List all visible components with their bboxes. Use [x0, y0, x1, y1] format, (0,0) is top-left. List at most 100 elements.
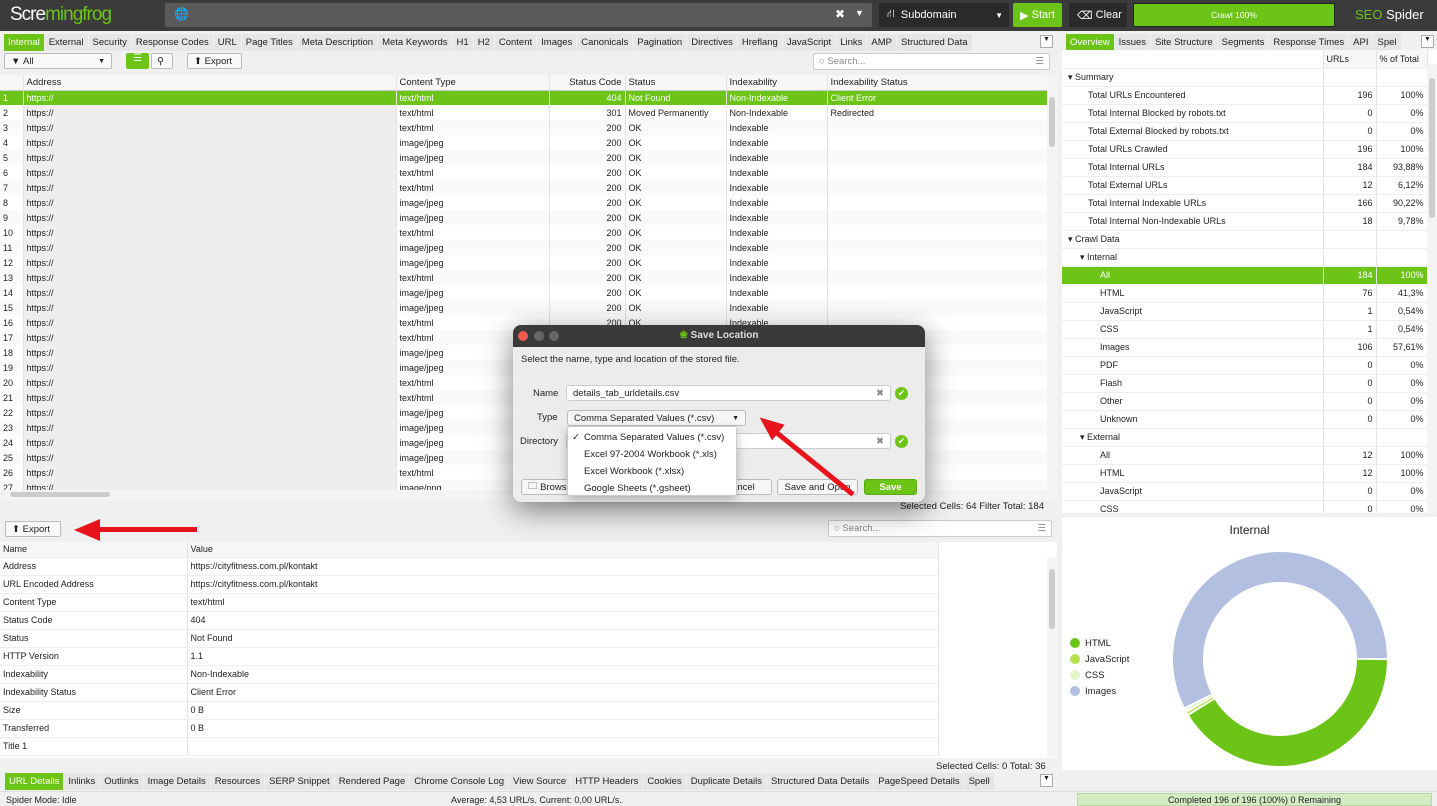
table-row[interactable]: 4 https://image/jpeg 200 OK Indexable: [0, 135, 1048, 150]
overview-row[interactable]: PDF 0 0%: [1062, 356, 1428, 375]
col-header-content-type[interactable]: Content Type: [396, 75, 550, 91]
tab-pagespeed-details[interactable]: PageSpeed Details: [874, 773, 964, 790]
type-option[interactable]: ✓ Comma Separated Values (*.csv): [568, 429, 736, 446]
details-row[interactable]: Title 1: [0, 737, 939, 756]
overview-row[interactable]: Images 106 57,61%: [1062, 338, 1428, 357]
tab-security[interactable]: Security: [88, 34, 131, 51]
tab-internal[interactable]: Internal: [4, 34, 44, 51]
table-vertical-scrollbar[interactable]: [1047, 75, 1057, 490]
tab-serp-snippet[interactable]: SERP Snippet: [265, 773, 334, 790]
tab-h2[interactable]: H2: [473, 34, 494, 51]
overview-row[interactable]: Other 0 0%: [1062, 392, 1428, 411]
filter-settings-icon[interactable]: ☰: [1035, 56, 1044, 67]
search-input[interactable]: ○ Search... ☰: [813, 53, 1050, 70]
details-row[interactable]: Address https://cityfitness.com.pl/kontak…: [0, 557, 939, 576]
overview-row[interactable]: Total Internal URLs 184 93,88%: [1062, 158, 1428, 177]
table-row[interactable]: 3 https://text/html 200 OK Indexable: [0, 120, 1048, 135]
tab-chrome-console-log[interactable]: Chrome Console Log: [410, 773, 509, 790]
col-header-address[interactable]: Address: [23, 75, 397, 91]
col-header-indexability[interactable]: Indexability: [726, 75, 828, 91]
tab-structured-data[interactable]: Structured Data: [896, 34, 972, 51]
overview-row[interactable]: Unknown 0 0%: [1062, 410, 1428, 429]
tab-segments[interactable]: Segments: [1217, 34, 1269, 51]
details-row[interactable]: Indexability Status Client Error: [0, 683, 939, 702]
tab-duplicate-details[interactable]: Duplicate Details: [686, 773, 767, 790]
tab-url[interactable]: URL: [213, 34, 241, 51]
table-row[interactable]: 5 https://image/jpeg 200 OK Indexable: [0, 150, 1048, 165]
details-row[interactable]: Size 0 B: [0, 701, 939, 720]
tab-links[interactable]: Links: [836, 34, 867, 51]
overview-row[interactable]: All 12 100%: [1062, 446, 1428, 465]
overview-row[interactable]: Total URLs Crawled 196 100%: [1062, 140, 1428, 159]
overview-row[interactable]: Total External Blocked by robots.txt 0 0%: [1062, 122, 1428, 141]
details-row[interactable]: URL Encoded Address https://cityfitness.c…: [0, 575, 939, 594]
tab-meta-description[interactable]: Meta Description: [297, 34, 378, 51]
tab-rendered-page[interactable]: Rendered Page: [334, 773, 410, 790]
details-row[interactable]: Transferred 0 B: [0, 719, 939, 738]
table-row[interactable]: 15 https://image/jpeg 200 OK Indexable: [0, 300, 1048, 315]
table-row[interactable]: 1 https://text/html 404 Not Found Non-Indexa…: [0, 90, 1048, 105]
details-search-input[interactable]: ○ Search... ☰: [828, 520, 1052, 537]
tab-spel[interactable]: Spel: [1373, 34, 1401, 51]
tab-javascript[interactable]: JavaScript: [782, 34, 836, 51]
tab-http-headers[interactable]: HTTP Headers: [571, 773, 643, 790]
tab-resources[interactable]: Resources: [210, 773, 265, 790]
start-button[interactable]: ▶ Start: [1013, 3, 1062, 27]
tab-spell[interactable]: Spell: [964, 773, 994, 790]
filter-select[interactable]: ▼ All ▼: [4, 53, 112, 69]
clear-name-icon[interactable]: ✖: [876, 388, 884, 399]
clear-url-icon[interactable]: ✖: [835, 7, 845, 21]
table-row[interactable]: 8 https://image/jpeg 200 OK Indexable: [0, 195, 1048, 210]
table-row[interactable]: 9 https://image/jpeg 200 OK Indexable: [0, 210, 1048, 225]
more-tabs-icon[interactable]: ▼: [1040, 35, 1053, 48]
details-row[interactable]: Indexability Non-Indexable: [0, 665, 939, 684]
tab-content[interactable]: Content: [494, 34, 537, 51]
overview-row[interactable]: Total Internal Indexable URLs 166 90,22%: [1062, 194, 1428, 213]
tab-structured-data-details[interactable]: Structured Data Details: [767, 773, 874, 790]
minimize-window-button[interactable]: [534, 331, 544, 341]
table-row[interactable]: 10 https://text/html 200 OK Indexable: [0, 225, 1048, 240]
expand-triangle-icon[interactable]: ▾: [1068, 234, 1075, 244]
list-view-icon[interactable]: ☰: [126, 53, 149, 69]
tab-outlinks[interactable]: Outlinks: [100, 773, 143, 790]
col-header-status-code[interactable]: Status Code: [549, 75, 626, 91]
overview-row[interactable]: CSS 1 0,54%: [1062, 320, 1428, 339]
overview-row[interactable]: ▾ Summary: [1062, 68, 1428, 87]
more-bottom-tabs-icon[interactable]: ▼: [1040, 774, 1053, 787]
overview-row[interactable]: ▾ Crawl Data: [1062, 230, 1428, 249]
type-option[interactable]: Google Sheets (*.gsheet): [568, 480, 736, 497]
save-button[interactable]: Save: [864, 479, 917, 495]
overview-row[interactable]: ▾ External: [1062, 428, 1428, 447]
tab-url-details[interactable]: URL Details: [5, 773, 64, 790]
overview-row[interactable]: Total Internal Blocked by robots.txt 0 0%: [1062, 104, 1428, 123]
tab-page-titles[interactable]: Page Titles: [241, 34, 297, 51]
tab-meta-keywords[interactable]: Meta Keywords: [378, 34, 452, 51]
expand-triangle-icon[interactable]: ▾: [1068, 72, 1075, 82]
tab-issues[interactable]: Issues: [1114, 34, 1151, 51]
clear-button[interactable]: ⌫ Clear: [1069, 3, 1127, 27]
expand-triangle-icon[interactable]: ▾: [1080, 252, 1087, 262]
overview-row[interactable]: HTML 76 41,3%: [1062, 284, 1428, 303]
filter-settings-icon[interactable]: ☰: [1037, 523, 1046, 534]
tab-response-times[interactable]: Response Times: [1269, 34, 1349, 51]
type-option[interactable]: Excel Workbook (*.xlsx): [568, 463, 736, 480]
col-header-status[interactable]: Status: [625, 75, 727, 91]
export-button[interactable]: ⬆ Export: [187, 53, 242, 69]
table-row[interactable]: 13 https://text/html 200 OK Indexable: [0, 270, 1048, 285]
tab-response-codes[interactable]: Response Codes: [131, 34, 213, 51]
tab-image-details[interactable]: Image Details: [143, 773, 210, 790]
tab-inlinks[interactable]: Inlinks: [64, 773, 100, 790]
url-input[interactable]: 🌐 ✖ ▼: [165, 3, 872, 27]
overview-row[interactable]: ▾ Internal: [1062, 248, 1428, 267]
overview-row[interactable]: JavaScript 0 0%: [1062, 482, 1428, 501]
tab-canonicals[interactable]: Canonicals: [577, 34, 633, 51]
tab-site-structure[interactable]: Site Structure: [1151, 34, 1217, 51]
overview-row[interactable]: CSS 0 0%: [1062, 500, 1428, 513]
details-scrollbar[interactable]: [1047, 557, 1057, 757]
table-row[interactable]: 2 https://text/html 301 Moved Permanently No…: [0, 105, 1048, 120]
tab-amp[interactable]: AMP: [867, 34, 896, 51]
table-row[interactable]: 11 https://image/jpeg 200 OK Indexable: [0, 240, 1048, 255]
details-export-button[interactable]: ⬆ Export: [5, 521, 61, 537]
overview-row[interactable]: Total Internal Non-Indexable URLs 18 9,78%: [1062, 212, 1428, 231]
mode-select[interactable]: ⛙ Subdomain ▼: [879, 3, 1009, 27]
